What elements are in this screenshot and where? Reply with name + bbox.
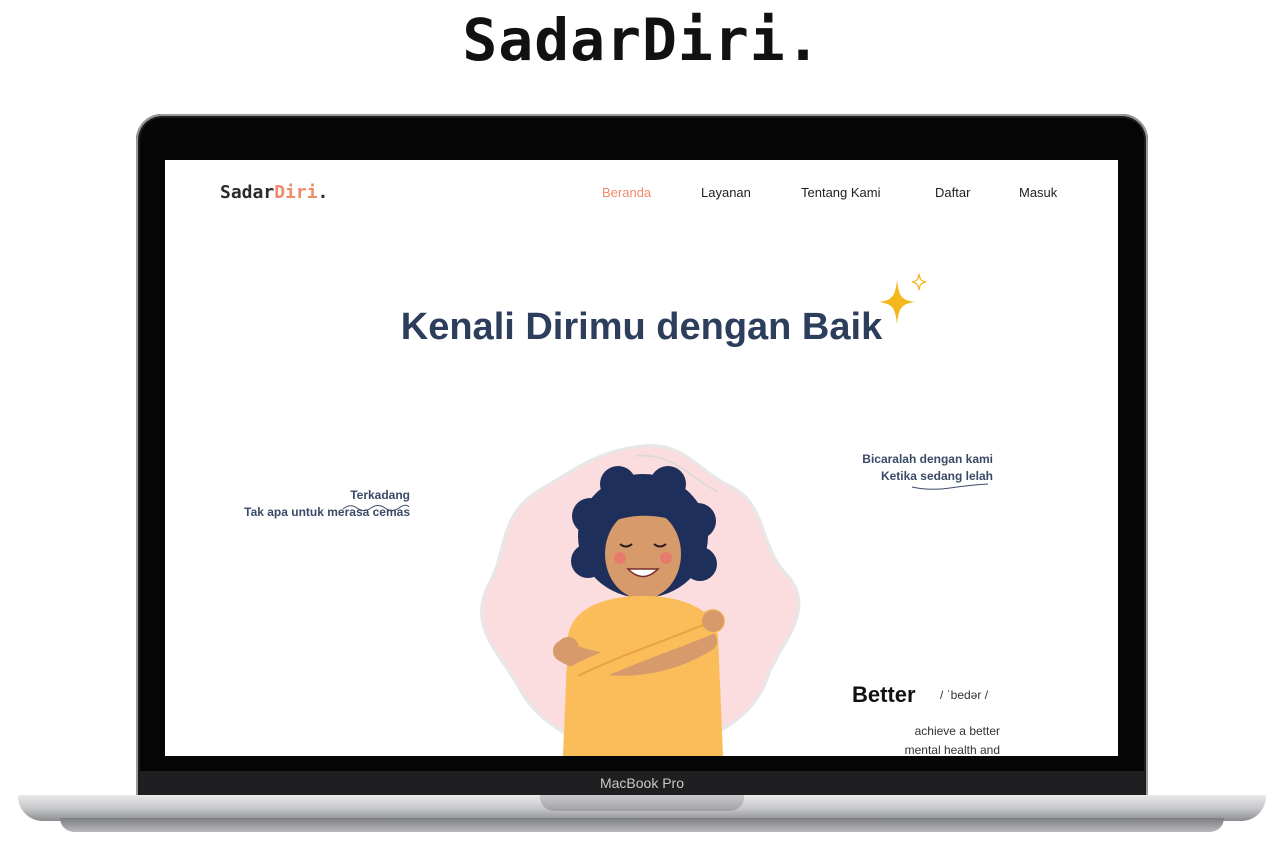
- site-logo[interactable]: SadarDiri.: [220, 182, 328, 203]
- right-squiggle: [911, 483, 989, 490]
- better-word: Better: [852, 682, 916, 707]
- better-desc-line2: mental health and: [904, 743, 1000, 756]
- better-desc-line1: achieve a better: [914, 724, 1000, 738]
- better-description: achieve a better mental health and: [865, 722, 1000, 756]
- better-phonetic: / ˈbedər /: [940, 688, 989, 702]
- right-note-line1: Bicaralah dengan kami: [862, 452, 993, 466]
- device-label: MacBook Pro: [599, 775, 685, 791]
- logo-main: Sadar: [220, 182, 275, 203]
- website-screen: SadarDiri. Beranda Layanan Tentang Kami …: [165, 160, 1118, 756]
- right-note: Bicaralah dengan kami Ketika sedang lela…: [825, 451, 993, 485]
- logo-accent: Diri: [274, 182, 318, 203]
- logo-dot: .: [317, 182, 329, 203]
- nav-masuk[interactable]: Masuk: [1019, 185, 1057, 200]
- showcase-headline: SadarDiri.: [462, 6, 822, 74]
- left-squiggle: [342, 504, 410, 511]
- laptop-notch: [540, 795, 744, 811]
- nav-tentang-kami[interactable]: Tentang Kami: [801, 185, 881, 200]
- self-love-illustration: [479, 443, 801, 756]
- sparkle-icon: [879, 273, 927, 324]
- nav-daftar[interactable]: Daftar: [935, 185, 970, 200]
- hero-title: Kenali Dirimu dengan Baik: [400, 306, 883, 348]
- laptop-base-shadow: [60, 818, 1224, 832]
- nav-layanan[interactable]: Layanan: [701, 185, 751, 200]
- nav-beranda[interactable]: Beranda: [602, 185, 651, 200]
